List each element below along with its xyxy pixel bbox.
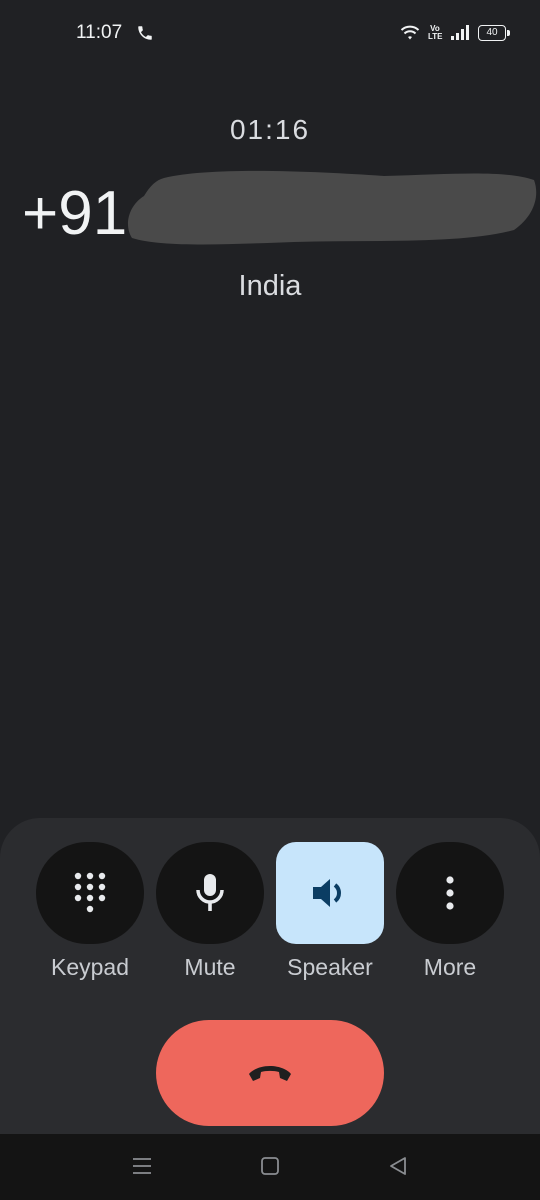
call-timer: 01:16 [229,114,311,145]
keypad-button[interactable] [36,842,144,944]
dialpad-icon [74,872,106,913]
end-call-button[interactable] [156,1020,384,1126]
more-vertical-icon [446,876,454,910]
navigation-bar [0,1134,540,1200]
speaker-icon [313,879,341,907]
more-button[interactable] [396,842,504,944]
status-bar: 11:07 Vo LTE 40 [0,0,540,66]
status-icons: Vo LTE 40 [400,22,510,44]
signal-icon [451,25,469,40]
caller-location: India [238,270,302,302]
mute-button[interactable] [156,842,264,944]
home-icon[interactable] [258,1154,282,1178]
menu-icon[interactable] [130,1154,154,1178]
ongoing-call-icon [138,26,152,40]
back-icon[interactable] [386,1154,410,1178]
speaker-label: Speaker [287,954,373,980]
redaction-scribble [128,170,537,245]
battery-icon: 40 [478,25,510,41]
microphone-icon [196,874,224,911]
keypad-label: Keypad [50,954,129,980]
wifi-icon [400,25,420,40]
volte-icon: Vo LTE [428,24,443,41]
mute-label: Mute [184,954,236,980]
status-time: 11:07 [76,22,123,43]
more-label: More [423,954,477,980]
speaker-button[interactable] [276,842,384,944]
end-call-icon [249,1066,291,1081]
